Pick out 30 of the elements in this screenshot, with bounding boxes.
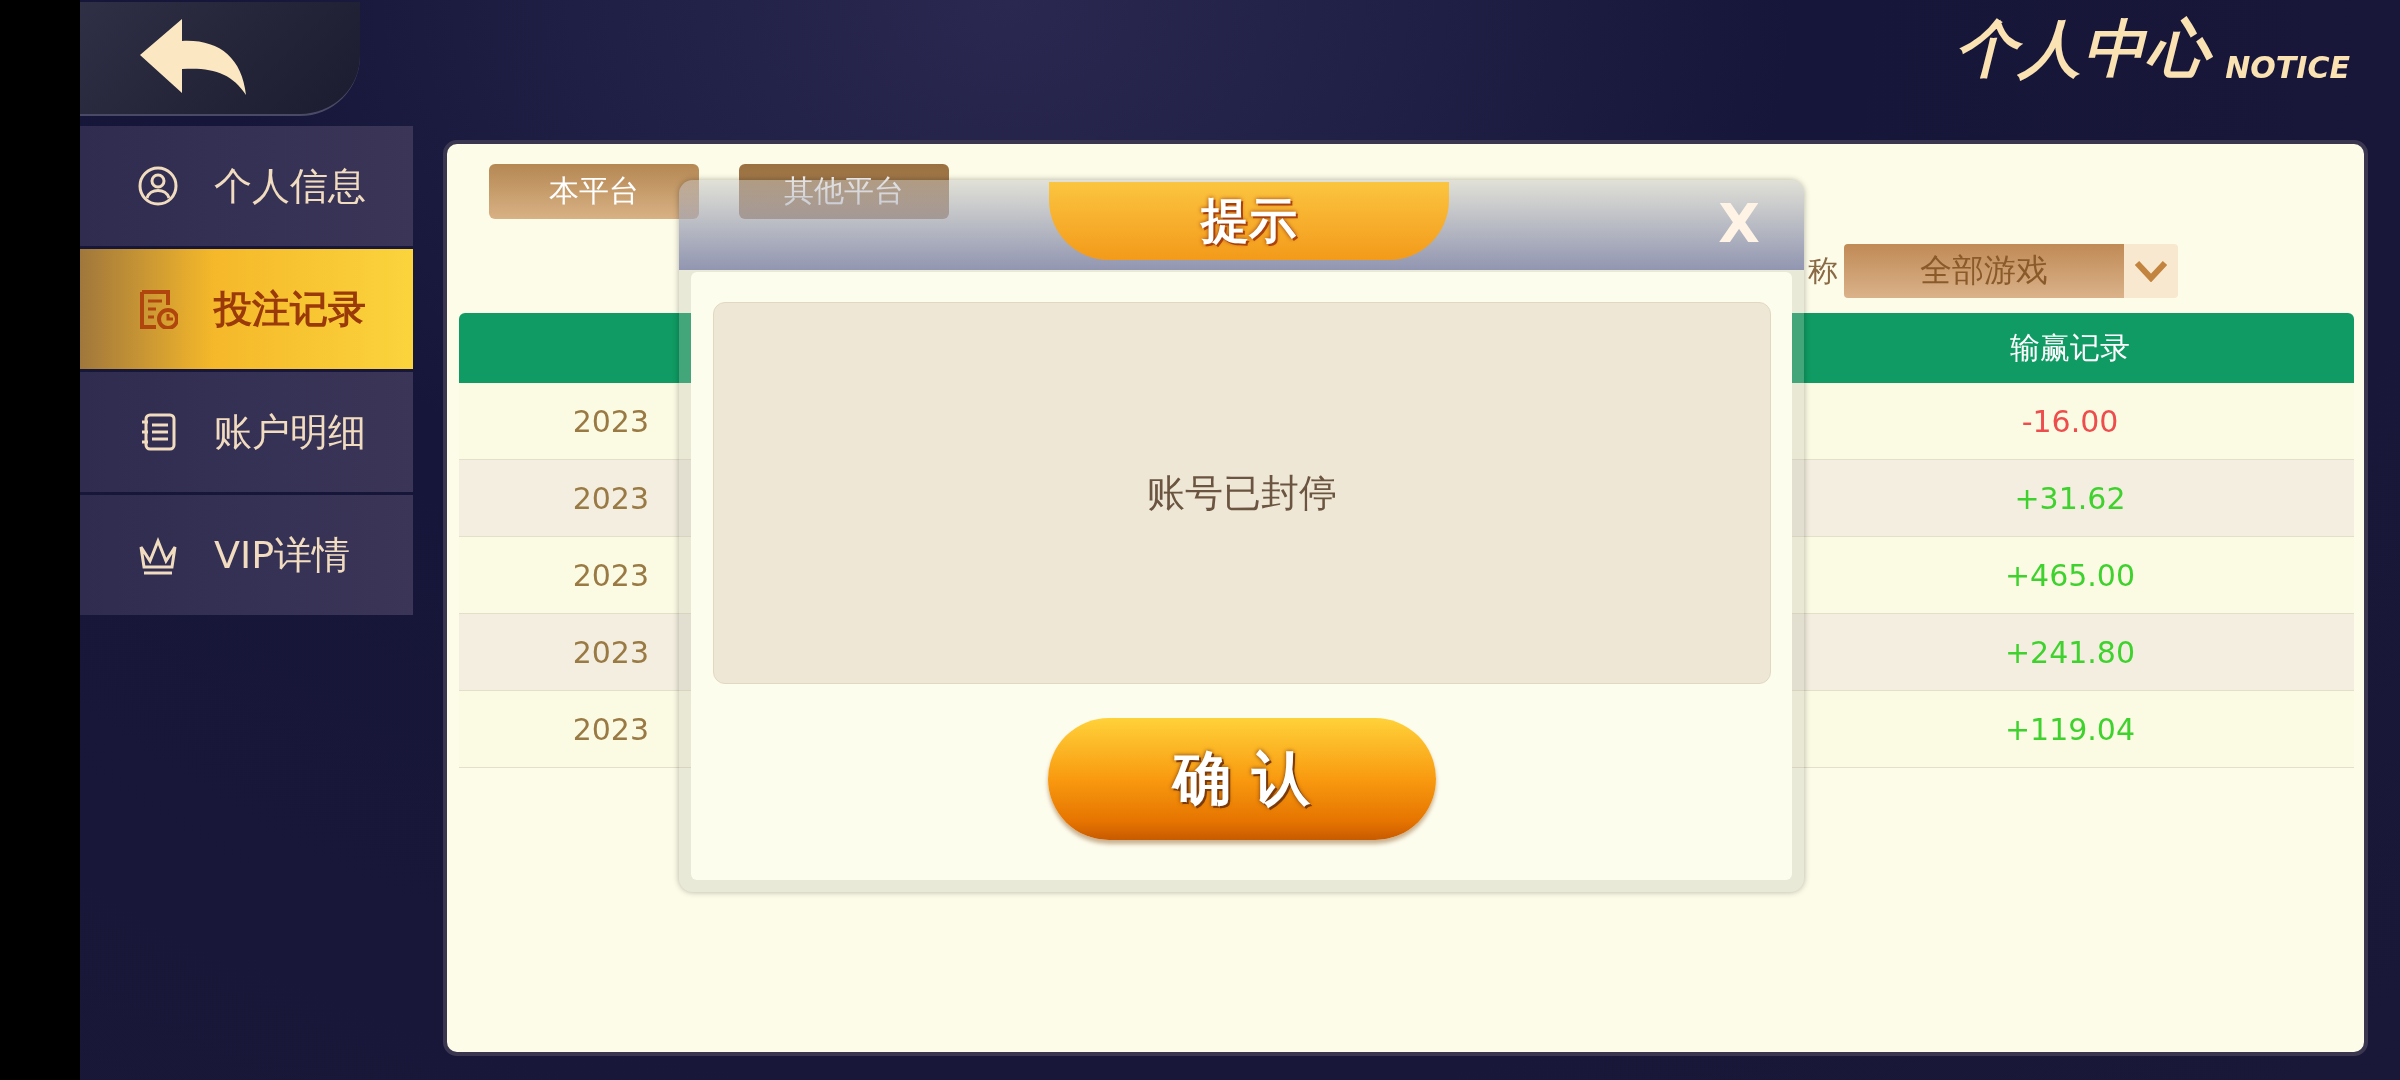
platform-tab[interactable]: 其他平台: [739, 164, 949, 219]
back-button[interactable]: [80, 2, 360, 116]
result-cell-text: +241.80: [2003, 634, 2137, 670]
page-title: 个人中心: [1955, 11, 2212, 87]
result-cell-text: +119.04: [2003, 711, 2137, 747]
confirm-button[interactable]: 确 认: [1047, 718, 1436, 840]
caret-icon[interactable]: [2124, 244, 2178, 298]
date-cell-text: 2023: [571, 634, 649, 670]
game-dropdown[interactable]: 全部游戏: [1844, 244, 2124, 298]
date-cell-text: 2023: [571, 557, 649, 593]
date-cell-text: 2023: [571, 403, 649, 439]
result-cell-text: +465.00: [2003, 557, 2137, 593]
sidebar-item[interactable]: 账户明细: [80, 372, 413, 492]
close-button[interactable]: X: [1712, 194, 1766, 254]
filter-label: 称: [1808, 251, 1838, 290]
sidebar-item[interactable]: 个人信息: [80, 126, 413, 246]
person-icon: [138, 166, 178, 206]
result-cell-text: +31.62: [2013, 480, 2127, 516]
dialog-message: 账号已封停: [1146, 469, 1337, 517]
sidebar-item[interactable]: 投注记录: [80, 249, 413, 369]
crown-icon: [138, 535, 178, 575]
platform-tab[interactable]: 本平台: [489, 164, 699, 219]
date-cell-text: 2023: [571, 480, 649, 516]
column-header: 输赢记录: [2009, 329, 2131, 367]
date-cell-text: 2023: [571, 711, 649, 747]
document-clock-icon: [138, 289, 178, 329]
page-subtitle: NOTICE: [2225, 50, 2350, 87]
result-cell-text: -16.00: [2020, 403, 2120, 439]
dialog-title: 提示: [1049, 182, 1449, 260]
sidebar-item[interactable]: VIP详情: [80, 495, 413, 615]
